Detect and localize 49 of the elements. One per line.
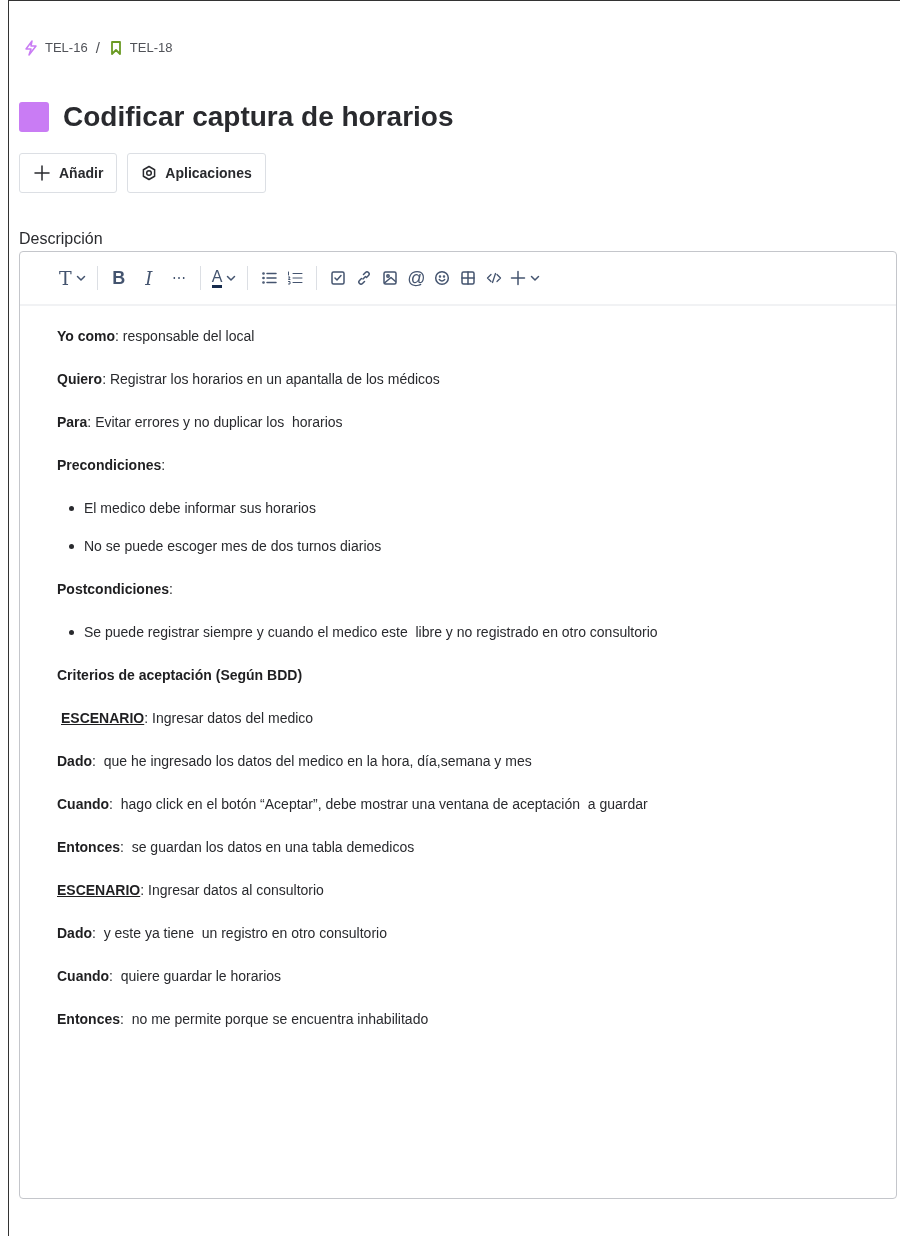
paragraph-text: Precondiciones: bbox=[57, 456, 167, 475]
breadcrumb-link[interactable]: TEL-16 bbox=[45, 38, 88, 58]
more-formatting-button[interactable]: ⋯ bbox=[165, 264, 192, 292]
list-item-text: Se puede registrar siempre y cuando el medico este libre y no registrado en otro consultorio bbox=[84, 623, 658, 642]
list-item-text: El medico debe informar sus horarios bbox=[84, 499, 316, 518]
mention-button[interactable]: @ bbox=[403, 264, 430, 292]
link-icon bbox=[356, 270, 373, 286]
plus-icon bbox=[510, 270, 527, 286]
description-label: Descripción bbox=[19, 229, 104, 249]
text-style-button[interactable]: T bbox=[56, 264, 89, 292]
bullet-list-icon bbox=[261, 270, 278, 286]
chevron-down-icon bbox=[226, 273, 237, 283]
section-heading: Criterios de aceptación (Según BDD) bbox=[57, 666, 304, 685]
toolbar-button[interactable]: Añadir bbox=[19, 153, 118, 193]
numbered-list-icon bbox=[287, 270, 304, 286]
paragraph-text: Yo como: responsable del local bbox=[57, 327, 256, 346]
chevron-down-icon bbox=[75, 273, 86, 283]
paragraph-text: Entonces: no me permite porque se encuentra inhabilitado bbox=[57, 1010, 430, 1029]
bullet-icon bbox=[69, 543, 74, 549]
bullet-icon bbox=[69, 629, 74, 635]
list-item-text: No se puede escoger mes de dos turnos diarios bbox=[84, 537, 382, 556]
paragraph-text: Dado: que he ingresado los datos del medico en la hora, día,semana y mes bbox=[57, 752, 533, 771]
emoji-icon bbox=[434, 270, 451, 286]
bold-button[interactable]: B bbox=[105, 264, 132, 292]
plus-icon bbox=[33, 164, 51, 182]
paragraph-text: Postcondiciones: bbox=[57, 580, 174, 599]
paragraph-text: Para: Evitar errores y no duplicar los horarios bbox=[57, 413, 344, 432]
paragraph-text: Quiero: Registrar los horarios en un apantalla de los médicos bbox=[57, 370, 441, 389]
paragraph-text: Cuando: hago click en el botón “Aceptar”, debe mostrar una ventana de aceptación a guardar bbox=[57, 795, 649, 814]
image-icon bbox=[382, 270, 399, 286]
paragraph-text: Dado: y este ya tiene un registro en otro consultorio bbox=[57, 924, 388, 943]
scenario-text: ESCENARIO: Ingresar datos al consultorio bbox=[57, 881, 325, 900]
paragraph-text: Cuando: quiere guardar le horarios bbox=[57, 967, 283, 986]
italic-button[interactable]: I bbox=[135, 264, 162, 292]
text-color-button[interactable]: A bbox=[208, 264, 240, 292]
issue-type-icon bbox=[19, 102, 49, 132]
table-icon bbox=[460, 270, 477, 286]
lightning-icon bbox=[23, 40, 39, 56]
issue-title: Codificar captura de horarios bbox=[63, 100, 454, 134]
hexagon-icon bbox=[141, 165, 158, 181]
breadcrumb-link[interactable]: TEL-18 bbox=[129, 38, 173, 58]
scenario-text: ESCENARIO: Ingresar datos del medico bbox=[60, 709, 315, 728]
paragraph-text: Entonces: se guardan los datos en una tabla demedicos bbox=[57, 838, 416, 857]
chevron-down-icon bbox=[530, 273, 541, 283]
code-icon bbox=[486, 270, 503, 286]
bullet-icon bbox=[69, 505, 74, 511]
toolbar-button[interactable]: Aplicaciones bbox=[127, 153, 266, 193]
breadcrumb-separator: / bbox=[94, 37, 101, 58]
checkbox-icon bbox=[330, 270, 347, 286]
